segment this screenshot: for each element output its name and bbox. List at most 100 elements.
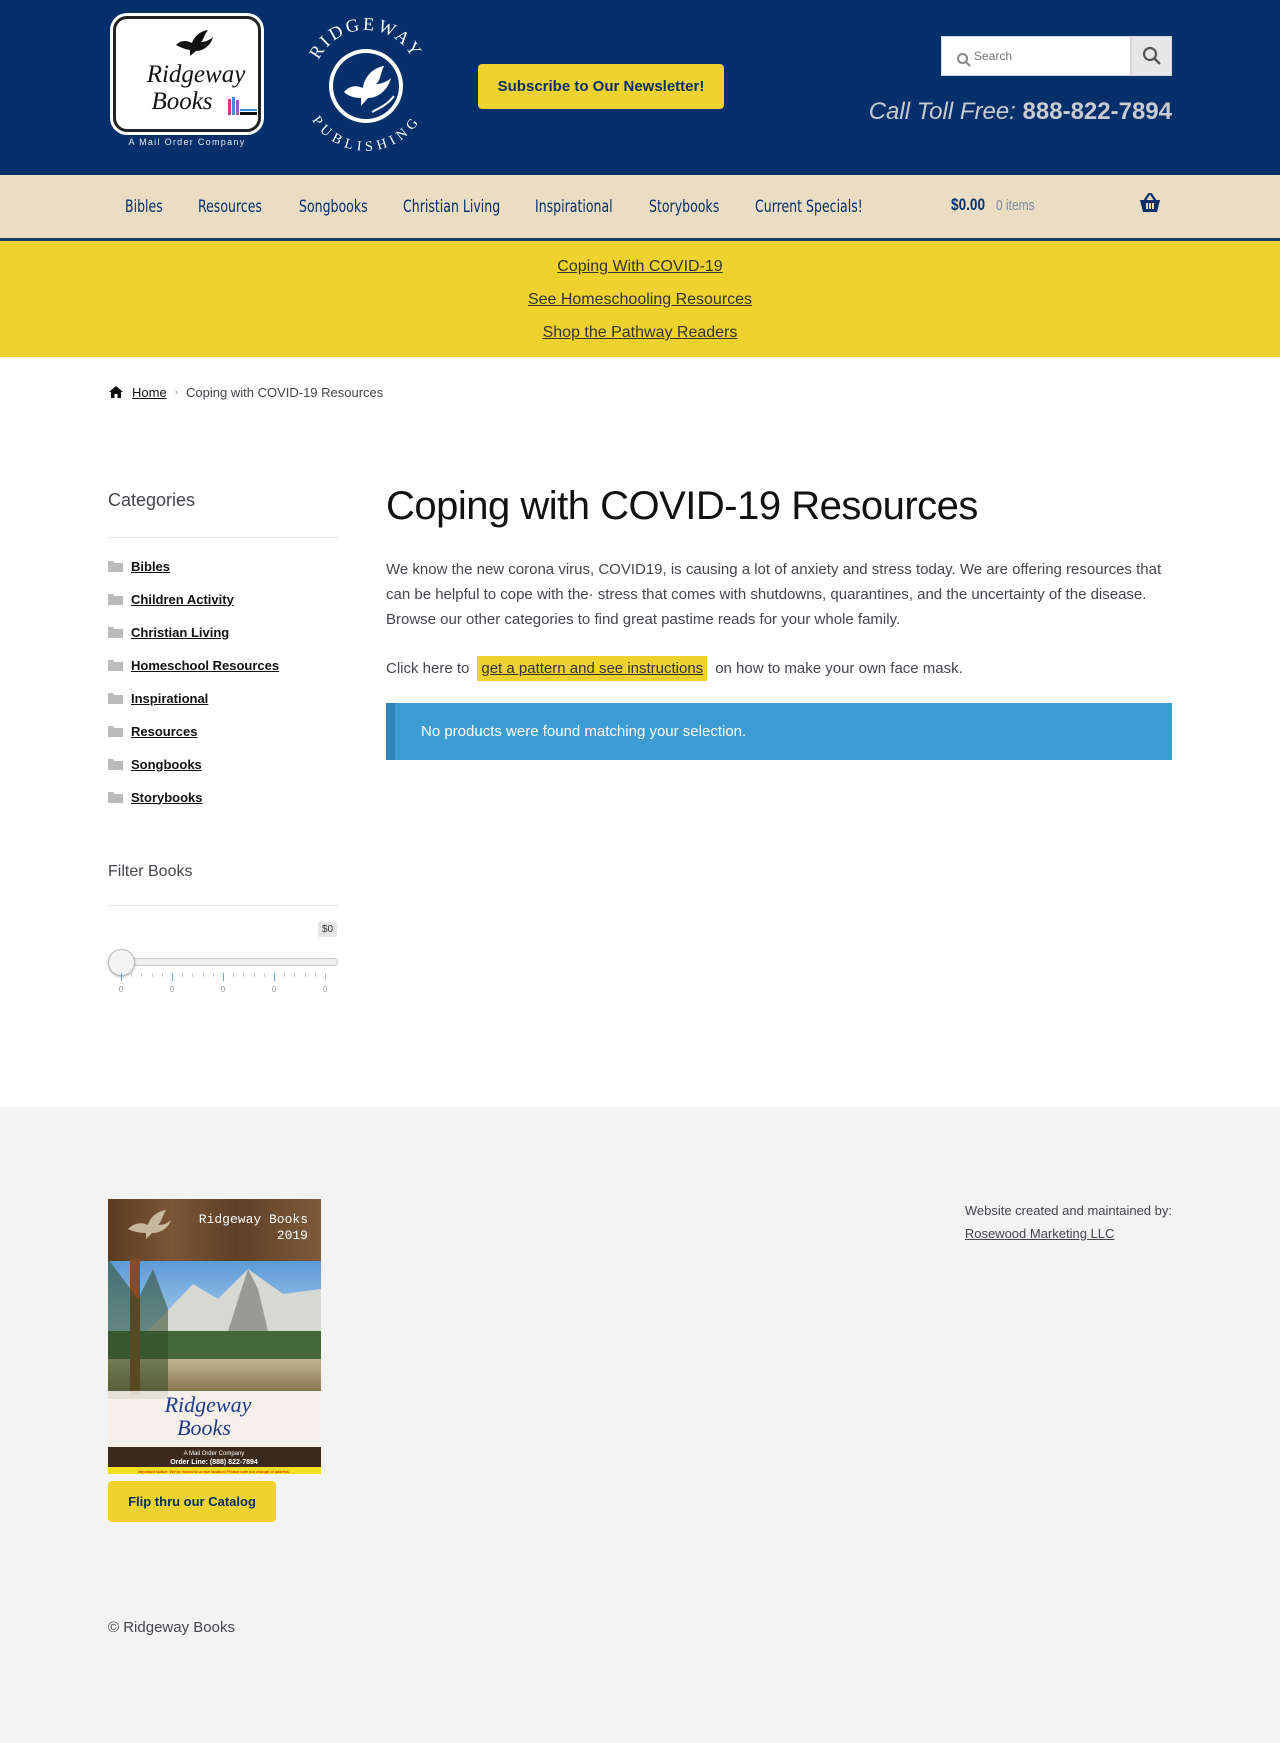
page-title: Coping with COVID-19 Resources [386, 484, 978, 528]
slider-tick [172, 973, 173, 981]
slider-tick [264, 973, 265, 977]
slider-tick [233, 973, 234, 977]
slider-tick [305, 973, 306, 977]
nav-item-bibles[interactable]: Bibles [125, 197, 163, 217]
mask-suffix: on how to make your own face mask. [715, 659, 963, 677]
folder-icon [108, 693, 123, 704]
primary-navigation: Bibles Resources Songbooks Christian Liv… [0, 175, 1280, 241]
slider-tick [325, 973, 326, 981]
folder-icon [108, 726, 123, 737]
slider-tick-label: 0 [271, 985, 277, 994]
site-header: Ridgeway Books A Mail Order Company RIDG… [0, 0, 1280, 175]
ridgeway-publishing-logo[interactable]: RIDGEWAY PUBLISHING [296, 12, 436, 155]
mask-prefix: Click here to [386, 659, 470, 677]
promo-link-homeschooling[interactable]: See Homeschooling Resources [0, 291, 1280, 309]
logo-tagline: A Mail Order Company [128, 137, 246, 147]
category-link-songbooks[interactable]: Songbooks [131, 757, 202, 772]
toll-free-phone: Call Toll Free: 888-822-7894 [869, 98, 1172, 126]
face-mask-line: Click here to get a pattern and see inst… [386, 653, 963, 683]
no-products-notice: No products were found matching your sel… [386, 703, 1172, 760]
nav-item-resources[interactable]: Resources [198, 197, 262, 217]
slider-tick-label: 0 [220, 985, 226, 994]
nav-item-storybooks[interactable]: Storybooks [649, 197, 719, 217]
toll-free-number[interactable]: 888-822-7894 [1023, 98, 1172, 125]
logo-name-line1: Ridgeway [146, 61, 246, 88]
slider-tick [203, 973, 204, 977]
cart-item-count[interactable]: 0 items [996, 197, 1035, 214]
slider-tick [121, 973, 122, 981]
price-slider-handle[interactable] [108, 949, 135, 976]
nav-item-current-specials[interactable]: Current Specials! [755, 197, 863, 217]
folder-icon [108, 627, 123, 638]
slider-tick [274, 973, 275, 981]
slider-tick [254, 973, 255, 977]
slider-tick [162, 973, 163, 977]
category-link-homeschool-resources[interactable]: Homeschool Resources [131, 658, 279, 673]
category-link-children-activity[interactable]: Children Activity [131, 592, 234, 607]
category-item-resources: Resources [108, 721, 197, 741]
nav-item-inspirational[interactable]: Inspirational [535, 197, 613, 217]
category-link-bibles[interactable]: Bibles [131, 559, 170, 574]
catalog-cover-illustration: Ridgeway Books 2019 Ridgeway Books A Mai… [108, 1199, 321, 1474]
subscribe-newsletter-button[interactable]: Subscribe to Our Newsletter! [478, 64, 724, 109]
folder-icon [108, 792, 123, 803]
flip-catalog-button[interactable]: Flip thru our Catalog [108, 1481, 276, 1522]
slider-tick [141, 973, 142, 977]
category-link-resources[interactable]: Resources [131, 724, 197, 739]
catalog-cover-sub2: Order Line: (888) 822-7894 [170, 1459, 258, 1466]
logo-frame: Ridgeway Books [113, 16, 261, 132]
slider-tick [192, 973, 193, 977]
slider-tick-label: 0 [118, 985, 124, 994]
slider-tick [182, 973, 183, 977]
category-item-inspirational: Inspirational [108, 688, 208, 708]
ridgeway-books-logo[interactable]: Ridgeway Books A Mail Order Company [108, 12, 266, 147]
copyright: © Ridgeway Books [108, 1619, 235, 1636]
category-item-songbooks: Songbooks [108, 754, 202, 774]
nav-item-christian-living[interactable]: Christian Living [403, 197, 500, 217]
category-item-children-activity: Children Activity [108, 589, 234, 609]
slider-tick-label: 0 [322, 985, 328, 994]
category-link-inspirational[interactable]: Inspirational [131, 691, 208, 706]
promo-banner: Coping With COVID-19 See Homeschooling R… [0, 241, 1280, 357]
category-link-christian-living[interactable]: Christian Living [131, 625, 229, 640]
category-item-homeschool-resources: Homeschool Resources [108, 655, 279, 675]
slider-tick [223, 973, 224, 981]
catalog-cover-title: Ridgeway Books [199, 1212, 308, 1227]
toll-free-label: Call Toll Free: [868, 98, 1016, 125]
categories-title: Categories [108, 490, 196, 510]
slider-tick [284, 973, 285, 977]
catalog-brand-line1: Ridgeway [164, 1392, 252, 1417]
category-link-storybooks[interactable]: Storybooks [131, 790, 203, 805]
breadcrumb-home[interactable]: Home [132, 385, 167, 400]
catalog-cover-image[interactable]: Ridgeway Books 2019 Ridgeway Books A Mai… [108, 1199, 321, 1474]
promo-link-covid[interactable]: Coping With COVID-19 [0, 258, 1280, 276]
slider-tick [152, 973, 153, 977]
slider-tick-label: 0 [169, 985, 175, 994]
credit-link[interactable]: Rosewood Marketing LLC [965, 1222, 1172, 1245]
search-input[interactable] [974, 49, 1124, 63]
slider-tick [294, 973, 295, 977]
filter-books-title: Filter Books [108, 863, 193, 880]
cart-total[interactable]: $0.00 [951, 195, 985, 215]
breadcrumb-current: Coping with COVID-19 Resources [186, 384, 384, 400]
category-item-storybooks: Storybooks [108, 787, 203, 807]
catalog-cover-notice: Important Notice: We've moved to a new l… [138, 1469, 290, 1474]
search-icon [1142, 46, 1161, 65]
price-slider-track[interactable] [108, 958, 338, 966]
category-item-christian-living: Christian Living [108, 622, 229, 642]
search-field[interactable] [941, 36, 1131, 76]
credit-label: Website created and maintained by: [964, 1203, 1172, 1218]
search-submit-button[interactable] [1131, 36, 1172, 76]
promo-link-pathway-readers[interactable]: Shop the Pathway Readers [0, 324, 1280, 342]
category-item-bibles: Bibles [108, 556, 170, 576]
folder-icon [108, 660, 123, 671]
slider-tick [243, 973, 244, 977]
mask-pattern-link[interactable]: get a pattern and see instructions [477, 655, 708, 681]
nav-item-songbooks[interactable]: Songbooks [299, 197, 368, 217]
folder-icon [108, 759, 123, 770]
divider [108, 537, 338, 538]
price-slider-value: $0 [318, 922, 338, 937]
basket-icon[interactable] [1138, 191, 1162, 215]
slider-tick [213, 973, 214, 977]
publishing-seal-icon: RIDGEWAY PUBLISHING [305, 14, 424, 155]
